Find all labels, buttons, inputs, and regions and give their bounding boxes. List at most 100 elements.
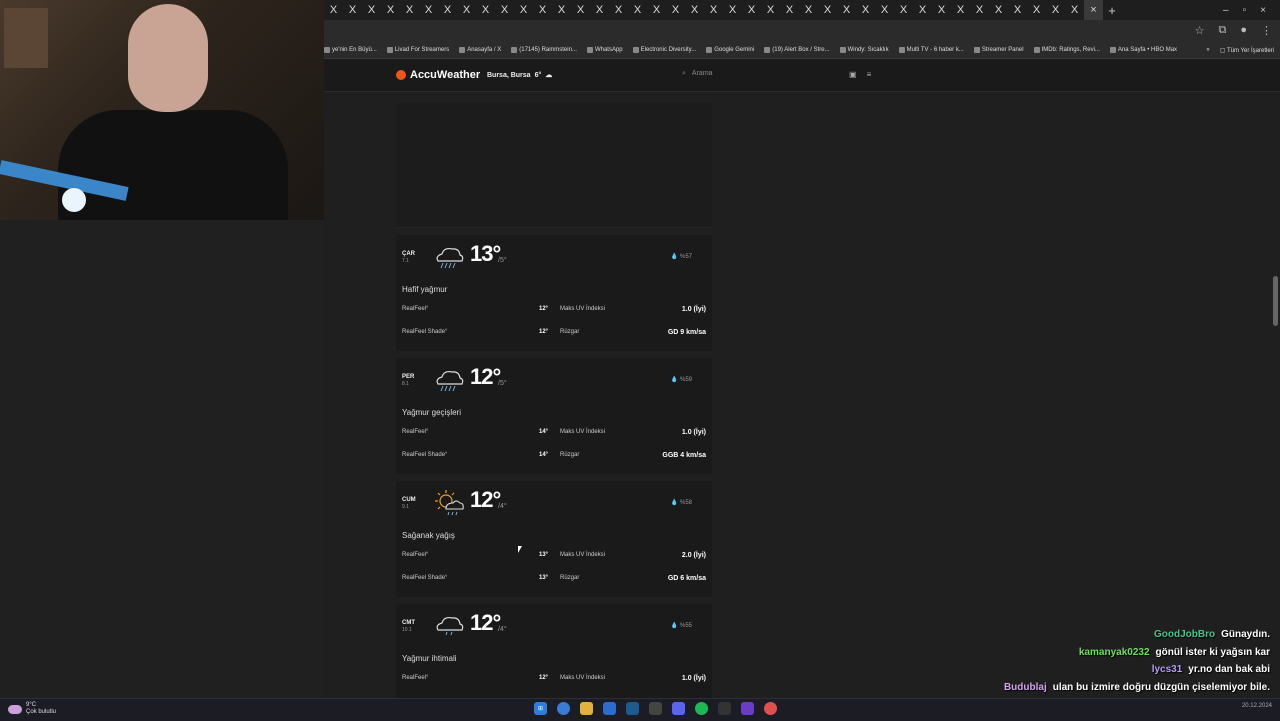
twitch-icon[interactable] bbox=[741, 702, 754, 715]
bookmark-item[interactable]: Multi TV - 6 haber k... bbox=[898, 47, 964, 53]
bookmark-item[interactable]: (17145) Rammstein... bbox=[511, 47, 577, 53]
high-temp: 12° bbox=[470, 610, 501, 635]
browser-tab[interactable]: X bbox=[457, 0, 476, 20]
browser-tab[interactable]: X bbox=[894, 0, 913, 20]
location-display[interactable]: Bursa, Bursa 6° ☁ bbox=[487, 71, 552, 80]
browser-tab[interactable]: X bbox=[704, 0, 723, 20]
browser-tab[interactable]: X bbox=[1027, 0, 1046, 20]
browser-tab[interactable]: X bbox=[970, 0, 989, 20]
browser-tab[interactable]: X bbox=[590, 0, 609, 20]
hamburger-menu-icon[interactable]: ≡ bbox=[867, 70, 872, 79]
daily-forecast-card[interactable]: ÇAR 7.1 13°/5° 💧 %57 Hafif yağmur RealFeel° 12… bbox=[396, 235, 712, 351]
bookmark-item[interactable]: Streamer Panel bbox=[973, 47, 1024, 53]
search-box[interactable]: ⌕ Arama bbox=[682, 70, 713, 78]
browser-tab[interactable]: X bbox=[552, 0, 571, 20]
browser-tab[interactable]: X bbox=[495, 0, 514, 20]
app-icon[interactable] bbox=[649, 702, 662, 715]
forecast-day: ÇAR 7.1 bbox=[402, 251, 415, 265]
steam-icon[interactable] bbox=[626, 702, 639, 715]
ad-placeholder bbox=[396, 103, 712, 228]
bookmark-item[interactable]: Livad For Streamers bbox=[386, 47, 449, 53]
bookmark-item[interactable]: Ana Sayfa • HBO Max bbox=[1109, 47, 1177, 53]
bookmark-item[interactable]: Anasayfa / X bbox=[459, 47, 501, 53]
accuweather-logo[interactable]: AccuWeather bbox=[396, 69, 480, 81]
browser-tab[interactable]: X bbox=[362, 0, 381, 20]
bookmark-label: Streamer Panel bbox=[981, 47, 1024, 53]
edge-icon[interactable] bbox=[603, 702, 616, 715]
daily-forecast-card[interactable]: CMT 10.1 12°/4° 💧 %55 Yağmur ihtimali RealFee… bbox=[396, 604, 712, 698]
browser-tab[interactable]: X bbox=[723, 0, 742, 20]
video-icon[interactable]: ▣ bbox=[849, 70, 857, 79]
bookmark-item[interactable]: WhatsApp bbox=[586, 47, 623, 53]
browser-tab[interactable]: X bbox=[514, 0, 533, 20]
browser-tab[interactable]: X bbox=[837, 0, 856, 20]
uv-label: Maks UV İndeksi bbox=[560, 429, 606, 435]
bookmark-item[interactable]: Google Gemini bbox=[706, 47, 754, 53]
menu-icon[interactable]: ⋮ bbox=[1261, 24, 1272, 37]
browser-tab[interactable]: X bbox=[989, 0, 1008, 20]
weather-cloud-icon bbox=[8, 704, 22, 714]
browser-tab[interactable]: X bbox=[951, 0, 970, 20]
star-icon[interactable]: ☆ bbox=[1195, 24, 1205, 37]
browser-tab[interactable]: X bbox=[856, 0, 875, 20]
browser-tab[interactable]: X bbox=[780, 0, 799, 20]
browser-tab[interactable]: X bbox=[609, 0, 628, 20]
spotify-icon[interactable] bbox=[695, 702, 708, 715]
bookmark-label: IMDb: Ratings, Revi... bbox=[1041, 47, 1100, 53]
browser-tab[interactable]: X bbox=[799, 0, 818, 20]
all-bookmarks-folder[interactable]: ▢ Tüm Yer İşaretleri bbox=[1220, 47, 1274, 54]
realfeel-label: RealFeel° bbox=[402, 552, 429, 558]
browser-tab[interactable]: X bbox=[1065, 0, 1084, 20]
bookmark-item[interactable]: ye'nin En Büyü... bbox=[324, 47, 377, 53]
profile-icon[interactable]: ● bbox=[1240, 24, 1247, 37]
browser-tab[interactable]: X bbox=[875, 0, 894, 20]
browser-tab[interactable]: X bbox=[761, 0, 780, 20]
discord-icon[interactable] bbox=[672, 702, 685, 715]
browser-tab[interactable]: X bbox=[438, 0, 457, 20]
browser-tab[interactable]: X bbox=[1008, 0, 1027, 20]
app2-icon[interactable] bbox=[718, 702, 731, 715]
browser-tab[interactable]: X bbox=[476, 0, 495, 20]
mouse-cursor bbox=[518, 546, 522, 553]
browser-tab[interactable]: X bbox=[647, 0, 666, 20]
daily-forecast-card[interactable]: PER 8.1 12°/5° 💧 %59 Yağmur geçişleri RealFee… bbox=[396, 358, 712, 474]
bookmarks-more-button[interactable]: » bbox=[1206, 47, 1209, 54]
bookmark-item[interactable]: Electronic Diversity... bbox=[632, 47, 696, 53]
address-bar[interactable]: ☆ ⧉ ● ⋮ bbox=[324, 20, 1280, 42]
bookmark-label: (19) Alert Box / Stre... bbox=[772, 47, 830, 53]
humidity: 💧 %57 bbox=[671, 253, 692, 260]
windows-start-icon[interactable]: ⊞ bbox=[534, 702, 547, 715]
microphone bbox=[62, 188, 86, 212]
browser-tab[interactable]: X bbox=[419, 0, 438, 20]
accuweather-page: AccuWeather Bursa, Bursa 6° ☁ ⌕ Arama ▣ … bbox=[324, 59, 1280, 698]
extensions-icon[interactable]: ⧉ bbox=[1218, 24, 1226, 37]
obs-icon[interactable] bbox=[764, 702, 777, 715]
browser-tab[interactable]: × bbox=[1084, 0, 1103, 20]
browser-tab[interactable]: X bbox=[666, 0, 685, 20]
browser-tab[interactable]: X bbox=[742, 0, 761, 20]
minimize-button[interactable]: – bbox=[1223, 5, 1229, 16]
daily-forecast-card[interactable]: CUM 9.1 12°/4° 💧 %58 Sağanak yağış RealFeel° 1… bbox=[396, 481, 712, 597]
browser-tab[interactable]: X bbox=[381, 0, 400, 20]
browser-tab[interactable]: X bbox=[818, 0, 837, 20]
bookmark-item[interactable]: IMDb: Ratings, Revi... bbox=[1033, 47, 1100, 53]
bookmark-item[interactable]: (19) Alert Box / Stre... bbox=[764, 47, 830, 53]
maximize-button[interactable]: ▫ bbox=[1243, 5, 1247, 16]
file-explorer-icon[interactable] bbox=[580, 702, 593, 715]
page-scrollbar[interactable] bbox=[1273, 276, 1278, 326]
browser-tab[interactable]: X bbox=[1046, 0, 1065, 20]
browser-tab[interactable]: X bbox=[685, 0, 704, 20]
close-button[interactable]: × bbox=[1260, 5, 1266, 16]
bookmark-item[interactable]: Windy: Sıcaklık bbox=[839, 47, 889, 53]
browser-tab[interactable]: X bbox=[400, 0, 419, 20]
browser-tab[interactable]: X bbox=[628, 0, 647, 20]
browser-tab[interactable]: X bbox=[343, 0, 362, 20]
chrome-icon[interactable] bbox=[557, 702, 570, 715]
browser-tab[interactable]: X bbox=[571, 0, 590, 20]
taskbar-weather[interactable]: 9°C Çok bulutlu bbox=[8, 702, 56, 716]
new-tab-button[interactable]: + bbox=[1103, 3, 1121, 18]
browser-tab[interactable]: X bbox=[324, 0, 343, 20]
browser-tab[interactable]: X bbox=[533, 0, 552, 20]
browser-tab[interactable]: X bbox=[932, 0, 951, 20]
browser-tab[interactable]: X bbox=[913, 0, 932, 20]
